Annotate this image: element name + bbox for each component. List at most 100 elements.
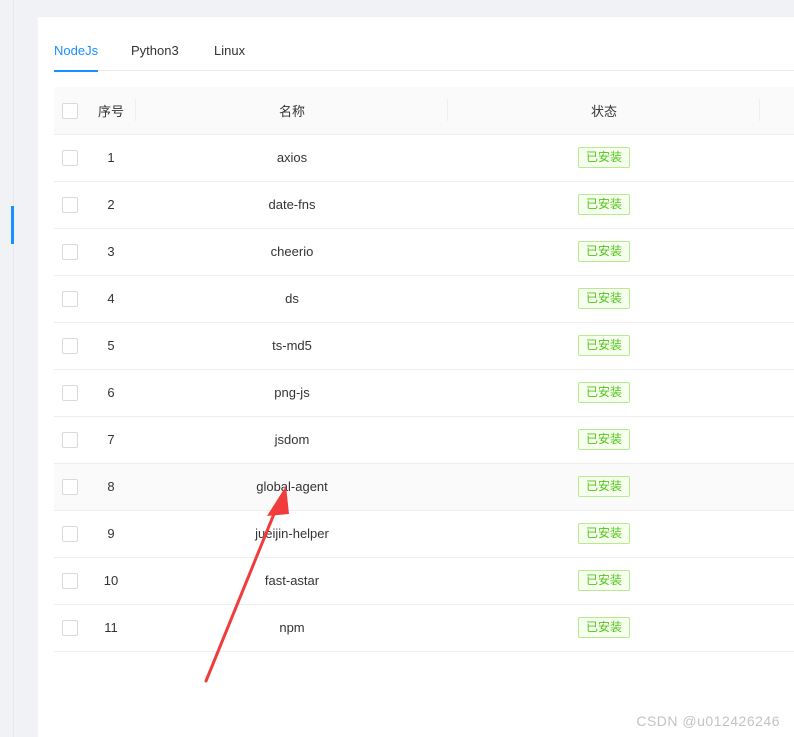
row-checkbox[interactable] — [62, 149, 78, 166]
row-name: fast-astar — [136, 557, 448, 605]
row-status-cell: 已安装 — [448, 463, 760, 511]
row-name: png-js — [136, 369, 448, 417]
sidebar-active-indicator — [11, 206, 14, 244]
status-badge: 已安装 — [577, 476, 630, 497]
row-index: 6 — [86, 369, 136, 417]
row-status-cell: 已安装 — [448, 604, 760, 652]
header-name: 名称 — [136, 87, 448, 135]
table-row[interactable]: 4 ds 已安装 — [54, 275, 794, 323]
table-row[interactable]: 9 jueijin-helper 已安装 — [54, 510, 794, 558]
row-checkbox[interactable] — [62, 431, 78, 448]
table-row[interactable]: 6 png-js 已安装 — [54, 369, 794, 417]
row-select-cell — [54, 463, 86, 511]
row-extra — [760, 275, 794, 323]
row-select-cell — [54, 134, 86, 182]
row-status-cell: 已安装 — [448, 134, 760, 182]
status-badge: 已安装 — [577, 288, 630, 309]
row-name: ds — [136, 275, 448, 323]
row-extra — [760, 604, 794, 652]
row-extra — [760, 322, 794, 370]
watermark: CSDN @u012426246 — [636, 713, 780, 729]
row-select-cell — [54, 228, 86, 276]
row-index: 9 — [86, 510, 136, 558]
tab-bar: NodeJs Python3 Linux — [54, 17, 794, 72]
table-row[interactable]: 7 jsdom 已安装 — [54, 416, 794, 464]
row-index: 4 — [86, 275, 136, 323]
row-name: jsdom — [136, 416, 448, 464]
row-checkbox[interactable] — [62, 478, 78, 495]
tab-python3[interactable]: Python3 — [131, 44, 179, 71]
status-badge: 已安装 — [577, 523, 630, 544]
table-row[interactable]: 3 cheerio 已安装 — [54, 228, 794, 276]
row-status-cell: 已安装 — [448, 369, 760, 417]
status-badge: 已安装 — [577, 241, 630, 262]
table-row[interactable]: 11 npm 已安装 — [54, 604, 794, 652]
row-status-cell: 已安装 — [448, 322, 760, 370]
row-index: 3 — [86, 228, 136, 276]
row-checkbox[interactable] — [62, 619, 78, 636]
row-index: 7 — [86, 416, 136, 464]
table-row[interactable]: 10 fast-astar 已安装 — [54, 557, 794, 605]
status-badge: 已安装 — [577, 429, 630, 450]
table-row[interactable]: 8 global-agent 已安装 — [54, 463, 794, 511]
row-extra — [760, 463, 794, 511]
header-extra — [760, 87, 794, 135]
content-panel: NodeJs Python3 Linux 序号 名称 状态 1 axios 已安装 2… — [38, 17, 794, 737]
table-header-row: 序号 名称 状态 — [54, 87, 794, 135]
header-index: 序号 — [86, 87, 136, 135]
row-name: ts-md5 — [136, 322, 448, 370]
row-name: npm — [136, 604, 448, 652]
row-select-cell — [54, 369, 86, 417]
row-index: 8 — [86, 463, 136, 511]
row-index: 2 — [86, 181, 136, 229]
row-checkbox[interactable] — [62, 525, 78, 542]
row-extra — [760, 369, 794, 417]
row-select-cell — [54, 275, 86, 323]
row-select-cell — [54, 510, 86, 558]
status-badge: 已安装 — [577, 335, 630, 356]
left-sidebar-strip — [0, 0, 14, 737]
tab-nodejs[interactable]: NodeJs — [54, 44, 99, 72]
status-badge: 已安装 — [577, 617, 630, 638]
row-checkbox[interactable] — [62, 384, 78, 401]
row-name: date-fns — [136, 181, 448, 229]
row-checkbox[interactable] — [62, 196, 78, 213]
row-extra — [760, 416, 794, 464]
row-index: 10 — [86, 557, 136, 605]
row-name: cheerio — [136, 228, 448, 276]
row-select-cell — [54, 604, 86, 652]
row-name: axios — [136, 134, 448, 182]
row-status-cell: 已安装 — [448, 228, 760, 276]
row-checkbox[interactable] — [62, 337, 78, 354]
table-row[interactable]: 1 axios 已安装 — [54, 134, 794, 182]
status-badge: 已安装 — [577, 570, 630, 591]
row-index: 1 — [86, 134, 136, 182]
row-select-cell — [54, 181, 86, 229]
row-extra — [760, 557, 794, 605]
select-all-checkbox[interactable] — [62, 102, 78, 119]
row-name: global-agent — [136, 463, 448, 511]
row-select-cell — [54, 416, 86, 464]
header-status: 状态 — [448, 87, 760, 135]
row-checkbox[interactable] — [62, 572, 78, 589]
table-row[interactable]: 5 ts-md5 已安装 — [54, 322, 794, 370]
table-row[interactable]: 2 date-fns 已安装 — [54, 181, 794, 229]
status-badge: 已安装 — [577, 194, 630, 215]
row-extra — [760, 134, 794, 182]
row-index: 11 — [86, 604, 136, 652]
row-checkbox[interactable] — [62, 290, 78, 307]
row-checkbox[interactable] — [62, 243, 78, 260]
row-select-cell — [54, 557, 86, 605]
row-status-cell: 已安装 — [448, 510, 760, 558]
status-badge: 已安装 — [577, 147, 630, 168]
row-index: 5 — [86, 322, 136, 370]
row-select-cell — [54, 322, 86, 370]
row-extra — [760, 510, 794, 558]
row-extra — [760, 181, 794, 229]
row-status-cell: 已安装 — [448, 416, 760, 464]
row-status-cell: 已安装 — [448, 557, 760, 605]
row-status-cell: 已安装 — [448, 181, 760, 229]
row-name: jueijin-helper — [136, 510, 448, 558]
tab-linux[interactable]: Linux — [214, 44, 245, 71]
dependency-table: 序号 名称 状态 1 axios 已安装 2 date-fns 已安装 3 cheerio 已安… — [54, 87, 794, 652]
